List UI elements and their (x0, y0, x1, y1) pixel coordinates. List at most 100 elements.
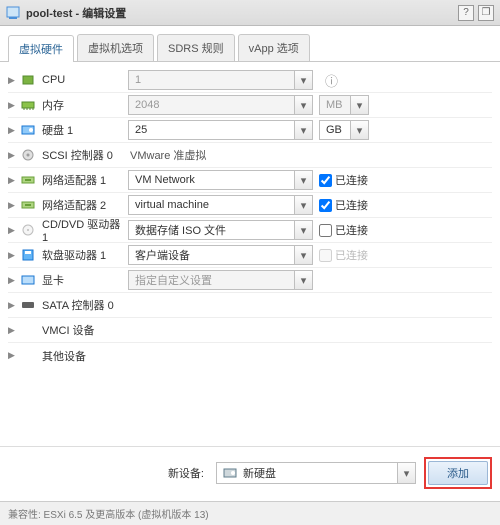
expand-icon[interactable]: ▶ (8, 75, 20, 86)
memory-select[interactable]: 2048 ▾ (128, 95, 313, 115)
blank-icon (20, 349, 36, 363)
cdrom-select[interactable]: 数据存储 ISO 文件 ▾ (128, 220, 313, 240)
chevron-down-icon[interactable]: ▾ (294, 221, 312, 239)
titlebar: pool-test - 编辑设置 ? ❐ (0, 0, 500, 26)
new-device-select[interactable]: 新硬盘 ▾ (216, 462, 416, 484)
disk-icon (223, 467, 237, 479)
memory-value: 2048 (129, 99, 294, 111)
row-video: ▶ 显卡 指定自定义设置 ▾ (8, 268, 492, 293)
disk-icon (20, 123, 36, 137)
nic2-select[interactable]: virtual machine ▾ (128, 195, 313, 215)
expand-icon[interactable]: ▶ (8, 275, 20, 286)
add-highlight: 添加 (424, 457, 492, 489)
cdrom-connected-checkbox[interactable]: 已连接 (319, 222, 368, 238)
vmci-label: VMCI 设备 (42, 322, 128, 338)
cpu-label: CPU (42, 74, 128, 86)
row-scsi: ▶ SCSI 控制器 0 VMware 准虚拟 (8, 143, 492, 168)
expand-icon[interactable]: ▶ (8, 300, 20, 311)
expand-icon[interactable]: ▶ (8, 150, 20, 161)
checkbox[interactable] (319, 174, 332, 187)
add-button[interactable]: 添加 (428, 461, 488, 485)
row-cdrom: ▶ CD/DVD 驱动器 1 数据存储 ISO 文件 ▾ 已连接 (8, 218, 492, 243)
memory-label: 内存 (42, 97, 128, 113)
tab-hardware[interactable]: 虚拟硬件 (8, 35, 74, 62)
disc-icon (20, 223, 36, 237)
tab-vapp[interactable]: vApp 选项 (238, 34, 310, 61)
expand-icon[interactable]: ▶ (8, 175, 20, 186)
expand-icon[interactable]: ▶ (8, 125, 20, 136)
row-vmci: ▶ VMCI 设备 (8, 318, 492, 343)
floppy-value: 客户端设备 (129, 247, 294, 263)
nic1-select[interactable]: VM Network ▾ (128, 170, 313, 190)
expand-icon[interactable]: ▶ (8, 225, 20, 236)
connected-label: 已连接 (335, 197, 368, 213)
nic2-label: 网络适配器 2 (42, 197, 128, 213)
other-label: 其他设备 (42, 348, 128, 364)
video-label: 显卡 (42, 272, 128, 288)
checkbox (319, 249, 332, 262)
new-device-label: 新设备: (168, 465, 204, 481)
connected-label: 已连接 (335, 247, 368, 263)
row-floppy: ▶ 软盘驱动器 1 客户端设备 ▾ 已连接 (8, 243, 492, 268)
chevron-down-icon[interactable]: ▾ (294, 96, 312, 114)
chevron-down-icon[interactable]: ▾ (350, 96, 368, 114)
network-icon (20, 198, 36, 212)
checkbox[interactable] (319, 224, 332, 237)
checkbox[interactable] (319, 199, 332, 212)
row-sata: ▶ SATA 控制器 0 (8, 293, 492, 318)
window-title: pool-test - 编辑设置 (26, 5, 126, 21)
nic2-connected-checkbox[interactable]: 已连接 (319, 197, 368, 213)
row-other: ▶ 其他设备 (8, 343, 492, 368)
chevron-down-icon[interactable]: ▾ (294, 196, 312, 214)
expand-icon[interactable]: ▶ (8, 200, 20, 211)
tab-vmoptions[interactable]: 虚拟机选项 (77, 34, 154, 61)
tab-sdrs[interactable]: SDRS 规则 (157, 34, 235, 61)
disk-unit: GB (320, 124, 350, 136)
info-icon[interactable]: ⓘ (325, 71, 338, 90)
scsi-value: VMware 准虚拟 (128, 147, 206, 163)
chevron-down-icon[interactable]: ▾ (397, 463, 415, 483)
disk-select[interactable]: 25 ▾ (128, 120, 313, 140)
video-select[interactable]: 指定自定义设置 ▾ (128, 270, 313, 290)
sata-label: SATA 控制器 0 (42, 297, 128, 313)
memory-icon (20, 98, 36, 112)
chevron-down-icon[interactable]: ▾ (294, 246, 312, 264)
row-disk: ▶ 硬盘 1 25 ▾ GB ▾ (8, 118, 492, 143)
tabs: 虚拟硬件 虚拟机选项 SDRS 规则 vApp 选项 (0, 26, 500, 62)
expand-icon[interactable]: ▶ (8, 350, 20, 361)
cpu-select[interactable]: 1 ▾ (128, 70, 313, 90)
expand-icon[interactable]: ▶ (8, 250, 20, 261)
blank-icon (20, 323, 36, 337)
new-device-value: 新硬盘 (243, 465, 397, 481)
row-nic1: ▶ 网络适配器 1 VM Network ▾ 已连接 (8, 168, 492, 193)
disk-label: 硬盘 1 (42, 122, 128, 138)
chevron-down-icon[interactable]: ▾ (294, 271, 312, 289)
sata-icon (20, 298, 36, 312)
chevron-down-icon[interactable]: ▾ (294, 71, 312, 89)
floppy-select[interactable]: 客户端设备 ▾ (128, 245, 313, 265)
scsi-label: SCSI 控制器 0 (42, 147, 128, 163)
row-nic2: ▶ 网络适配器 2 virtual machine ▾ 已连接 (8, 193, 492, 218)
vm-icon (6, 6, 20, 20)
expand-icon[interactable]: ▶ (8, 325, 20, 336)
video-value: 指定自定义设置 (129, 272, 294, 288)
expand-icon[interactable]: ▶ (8, 100, 20, 111)
nic1-connected-checkbox[interactable]: 已连接 (319, 172, 368, 188)
video-icon (20, 273, 36, 287)
row-memory: ▶ 内存 2048 ▾ MB ▾ (8, 93, 492, 118)
disk-unit-select[interactable]: GB ▾ (319, 120, 369, 140)
connected-label: 已连接 (335, 222, 368, 238)
connected-label: 已连接 (335, 172, 368, 188)
chevron-down-icon[interactable]: ▾ (294, 121, 312, 139)
cdrom-value: 数据存储 ISO 文件 (129, 222, 294, 238)
floppy-icon (20, 248, 36, 262)
chevron-down-icon[interactable]: ▾ (294, 171, 312, 189)
memory-unit-select[interactable]: MB ▾ (319, 95, 369, 115)
floppy-connected-checkbox: 已连接 (319, 247, 368, 263)
chevron-down-icon[interactable]: ▾ (350, 121, 368, 139)
restore-button[interactable]: ❐ (478, 5, 494, 21)
help-button[interactable]: ? (458, 5, 474, 21)
cpu-value: 1 (129, 74, 294, 86)
hardware-list: ▶ CPU 1 ▾ ⓘ ▶ 内存 2048 ▾ MB ▾ ▶ (0, 62, 500, 442)
cdrom-label: CD/DVD 驱动器 1 (42, 216, 128, 244)
